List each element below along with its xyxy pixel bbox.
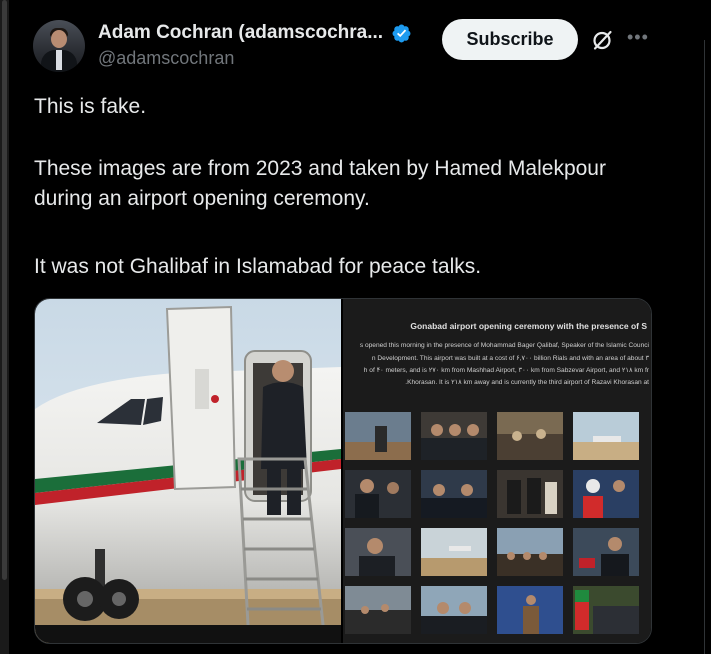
thumbnail-image[interactable] [345,412,411,460]
tweet-line-1: This is fake. [34,95,147,118]
article-line: .Khorasan. It is ۲۱۸ km away and is curr… [405,379,649,386]
thumbnail-image[interactable] [573,470,639,518]
more-options-icon[interactable]: ••• [627,28,649,50]
article-line: s opened this morning in the presence of… [359,342,649,349]
left-scrollbar[interactable] [0,0,9,654]
airplane-photo[interactable] [35,299,341,643]
thumbnail-image[interactable] [573,528,639,576]
thumbnail-image[interactable] [497,528,563,576]
thumbnail-image[interactable] [573,586,639,634]
avatar[interactable] [33,20,85,72]
grok-icon[interactable] [590,28,614,52]
thumbnail-image[interactable] [421,412,487,460]
author-name-row: Adam Cochran (adamscochra... [98,22,412,44]
author-handle[interactable]: @adamscochran [98,48,234,69]
thumbnail-image[interactable] [497,470,563,518]
thumbnail-image[interactable] [345,528,411,576]
scrollbar-thumb[interactable] [2,0,7,580]
thumbnail-image[interactable] [421,528,487,576]
thumbnail-image[interactable] [497,412,563,460]
thumbnail-image[interactable] [497,586,563,634]
article-line: n Development. This airport was built at… [371,355,649,362]
tweet-media[interactable]: Gonabad airport opening ceremony with th… [34,298,652,644]
subscribe-button[interactable]: Subscribe [442,19,578,60]
thumbnail-image[interactable] [345,470,411,518]
thumbnail-image[interactable] [421,470,487,518]
tweet: Adam Cochran (adamscochra... @adamscochr… [33,0,653,654]
right-divider [704,40,705,654]
thumbnail-image[interactable] [421,586,487,634]
verified-badge-icon [392,24,411,42]
thumbnail-image[interactable] [573,412,639,460]
tweet-line-2: These images are from 2023 and taken by … [34,157,606,210]
author-display-name[interactable]: Adam Cochran (adamscochra... [98,22,383,44]
thumbnail-image[interactable] [345,586,411,634]
thumbnail-grid [343,410,651,643]
article-line: h of ۴۰ meters, and is ۲۷۰ km from Mashh… [363,367,649,374]
article-screenshot[interactable]: Gonabad airport opening ceremony with th… [343,299,651,643]
tweet-line-3: It was not Ghalibaf in Islamabad for pea… [34,255,482,278]
article-title: Gonabad airport opening ceremony with th… [410,321,647,331]
